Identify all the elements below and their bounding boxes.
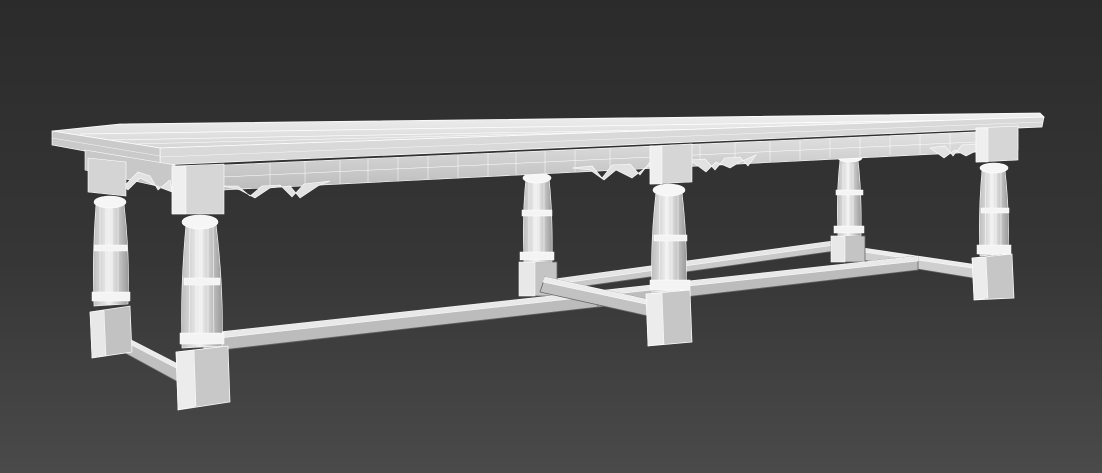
front-stretcher: [199, 255, 919, 353]
3d-viewport[interactable]: [0, 0, 1102, 473]
front-leg-left-near: [171, 163, 231, 411]
back-leg-middle: [518, 172, 558, 297]
back-leg-right: [830, 153, 866, 263]
front-leg-middle: [645, 143, 693, 347]
front-leg-right: [971, 125, 1019, 301]
front-leg-left: [87, 157, 133, 359]
table-model: [51, 112, 1045, 411]
